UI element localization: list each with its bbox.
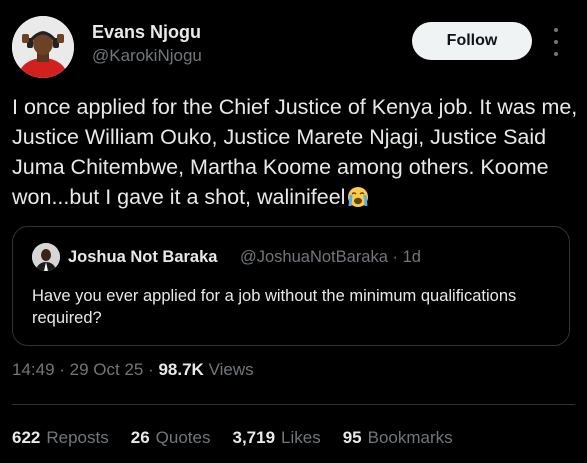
quoted-author-handle[interactable]: @JoshuaNotBaraka · 1d: [240, 248, 421, 267]
reposts-label: Reposts: [46, 428, 109, 447]
quotes-label: Quotes: [155, 428, 211, 447]
likes-label: Likes: [281, 428, 321, 447]
tweet-text: I once applied for the Chief Justice of …: [12, 92, 580, 212]
tweet-page: Evans Njogu @KarokiNjogu Follow I once a…: [0, 0, 587, 463]
tweet-meta: 14:49 · 29 Oct 25 · 98.7K Views: [12, 360, 254, 380]
more-options-icon[interactable]: [548, 28, 564, 56]
bookmarks-stat[interactable]: 95 Bookmarks: [343, 428, 453, 448]
quoted-author-avatar[interactable]: [32, 243, 60, 271]
tweet-timestamp[interactable]: 14:49 · 29 Oct 25 ·: [12, 360, 158, 379]
reposts-count: 622: [12, 428, 41, 447]
bookmarks-label: Bookmarks: [367, 428, 453, 447]
quoted-tweet-text: Have you ever applied for a job without …: [32, 287, 517, 327]
author-avatar-image: [12, 16, 74, 78]
loudly-crying-face-icon: [347, 186, 369, 208]
divider: [12, 404, 575, 405]
engagement-stats: 622 Reposts 26 Quotes 3,719 Likes 95 Boo…: [12, 428, 453, 448]
views-count: 98.7K: [158, 360, 204, 379]
tweet-text-body: I once applied for the Chief Justice of …: [12, 95, 578, 209]
bookmarks-count: 95: [342, 428, 362, 447]
author-name[interactable]: Evans Njogu: [92, 22, 201, 43]
follow-button[interactable]: Follow: [412, 22, 532, 60]
likes-count: 3,719: [232, 428, 276, 447]
quoted-avatar-image: [32, 243, 60, 271]
views-label: Views: [203, 360, 254, 379]
likes-stat[interactable]: 3,719 Likes: [232, 428, 320, 448]
quotes-count: 26: [130, 428, 150, 447]
quotes-stat[interactable]: 26 Quotes: [131, 428, 211, 448]
author-handle[interactable]: @KarokiNjogu: [92, 46, 202, 66]
quoted-tweet-card[interactable]: Joshua Not Baraka @JoshuaNotBaraka · 1d …: [12, 226, 570, 346]
reposts-stat[interactable]: 622 Reposts: [12, 428, 109, 448]
author-avatar[interactable]: [12, 16, 74, 78]
quoted-author-name[interactable]: Joshua Not Baraka: [68, 248, 217, 267]
